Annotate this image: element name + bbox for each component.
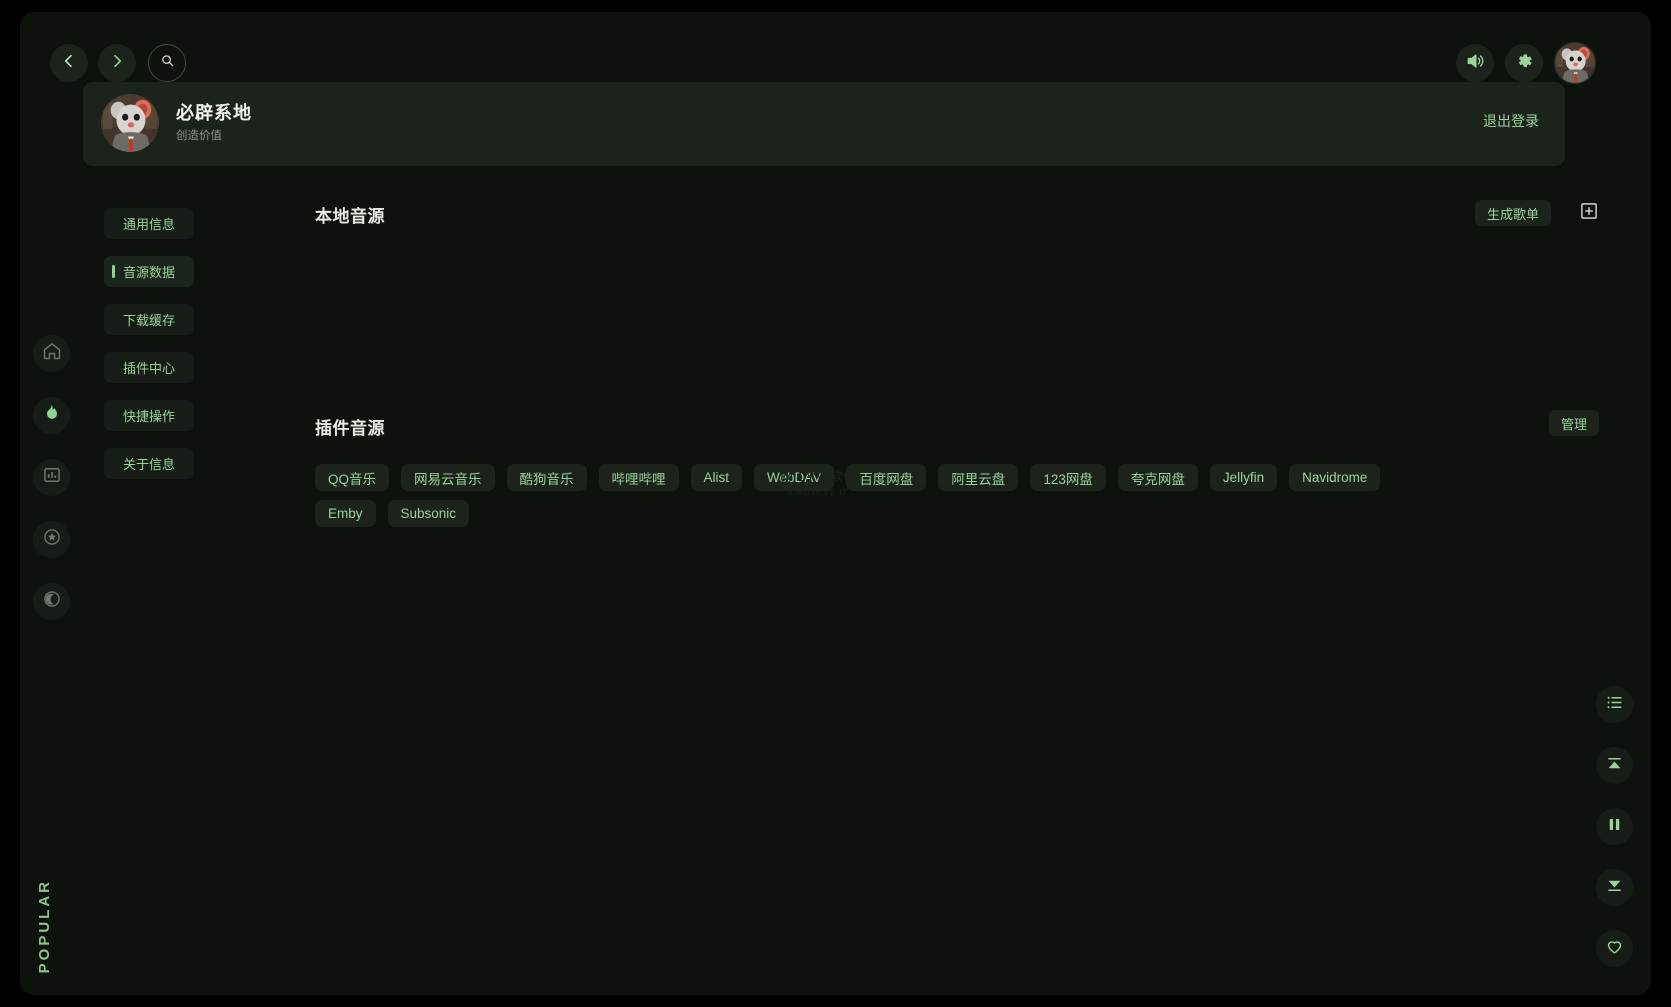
plugin-tag[interactable]: 123网盘: [1030, 464, 1106, 491]
profile-name: 必辟系地: [176, 103, 252, 123]
profile-subtitle: 创造价值: [176, 130, 222, 142]
search-icon: [160, 53, 175, 73]
profile-avatar: [101, 94, 159, 152]
subnav-item-shortcuts[interactable]: 快捷操作: [104, 400, 194, 431]
plugin-tag[interactable]: Navidrome: [1289, 464, 1381, 491]
search-button[interactable]: [148, 44, 186, 82]
local-source-header: 本地音源 生成歌单: [315, 200, 1621, 236]
plus-square-icon: [1579, 203, 1599, 225]
popular-label: POPULAR: [36, 878, 53, 973]
plugin-tag[interactable]: 阿里云盘: [938, 464, 1019, 491]
user-avatar: [101, 94, 159, 152]
favorite-button[interactable]: [1596, 930, 1633, 967]
rail-item-home[interactable]: [33, 335, 70, 372]
next-icon: [1605, 876, 1624, 900]
volume-icon: [1465, 51, 1485, 76]
profile-banner: 必辟系地 创造价值 退出登录: [83, 82, 1565, 166]
icon-rail: POPULAR: [20, 12, 83, 995]
nav-forward-button[interactable]: [98, 44, 136, 82]
plugin-source-header: 插件音源 管理: [315, 410, 1621, 448]
home-icon: [42, 341, 62, 366]
flame-icon: [42, 403, 62, 428]
plugin-tag[interactable]: QQ音乐: [315, 464, 390, 491]
plugin-tag[interactable]: 哔哩哔哩: [598, 464, 679, 491]
chevron-right-icon: [109, 53, 125, 74]
plugin-tag[interactable]: 网易云音乐: [401, 464, 495, 491]
subnav-item-general[interactable]: 通用信息: [104, 208, 194, 239]
rail-item-theme[interactable]: [33, 583, 70, 620]
top-bar: [20, 12, 1651, 90]
pause-icon: [1605, 815, 1624, 839]
star-icon: [42, 527, 62, 552]
plugin-tag[interactable]: 酷狗音乐: [506, 464, 587, 491]
plugin-tag[interactable]: Emby: [315, 500, 376, 527]
local-source-title: 本地音源: [315, 207, 385, 226]
avatar[interactable]: [1554, 42, 1596, 84]
moon-icon: [42, 589, 62, 614]
list-icon: [1605, 693, 1624, 717]
local-source-list-empty: [315, 236, 1621, 414]
settings-subnav: 通用信息 音源数据 下载缓存 插件中心 快捷操作 关于信息: [104, 208, 196, 496]
playlist-button[interactable]: [1596, 686, 1633, 723]
subnav-item-plugin-center[interactable]: 插件中心: [104, 352, 194, 383]
gear-icon: [1514, 51, 1534, 76]
user-avatar: [1555, 43, 1595, 83]
plugin-tag[interactable]: WebDAV: [754, 464, 835, 491]
bar-chart-icon: [42, 465, 62, 490]
plugin-source-title: 插件音源: [315, 419, 385, 438]
subnav-item-download-cache[interactable]: 下载缓存: [104, 304, 194, 335]
plugin-tag[interactable]: 百度网盘: [846, 464, 927, 491]
add-local-source-button[interactable]: [1579, 201, 1599, 221]
plugin-source-tag-list: QQ音乐 网易云音乐 酷狗音乐 哔哩哔哩 Alist WebDAV 百度网盘 阿…: [315, 464, 1445, 527]
previous-icon: [1605, 754, 1624, 778]
logout-button[interactable]: 退出登录: [1483, 111, 1539, 131]
previous-button[interactable]: [1596, 747, 1633, 784]
heart-icon: [1605, 937, 1624, 961]
plugin-tag[interactable]: Jellyfin: [1209, 464, 1278, 491]
subnav-item-source-data[interactable]: 音源数据: [104, 256, 194, 287]
rail-item-rank[interactable]: [33, 459, 70, 496]
rail-item-hot[interactable]: [33, 397, 70, 434]
settings-button[interactable]: [1505, 44, 1543, 82]
rail-item-favorite[interactable]: [33, 521, 70, 558]
generate-playlist-button[interactable]: 生成歌单: [1474, 200, 1551, 226]
plugin-tag[interactable]: Subsonic: [387, 500, 470, 527]
pause-button[interactable]: [1596, 808, 1633, 845]
plugin-tag[interactable]: 夸克网盘: [1117, 464, 1198, 491]
next-button[interactable]: [1596, 869, 1633, 906]
plugin-tag[interactable]: Alist: [690, 464, 743, 491]
manage-plugins-button[interactable]: 管理: [1548, 410, 1599, 436]
main-content: 本地音源 生成歌单 插件音源 管理 QQ音乐 网易云音乐 酷狗音乐 哔哩哔哩 A…: [315, 200, 1621, 527]
player-controls: [1596, 686, 1633, 967]
subnav-item-about[interactable]: 关于信息: [104, 448, 194, 479]
volume-button[interactable]: [1456, 44, 1494, 82]
app-window: 必辟系地 创造价值 退出登录 POPULAR 通用信息 音源数据 下载缓存 插件…: [20, 12, 1651, 995]
